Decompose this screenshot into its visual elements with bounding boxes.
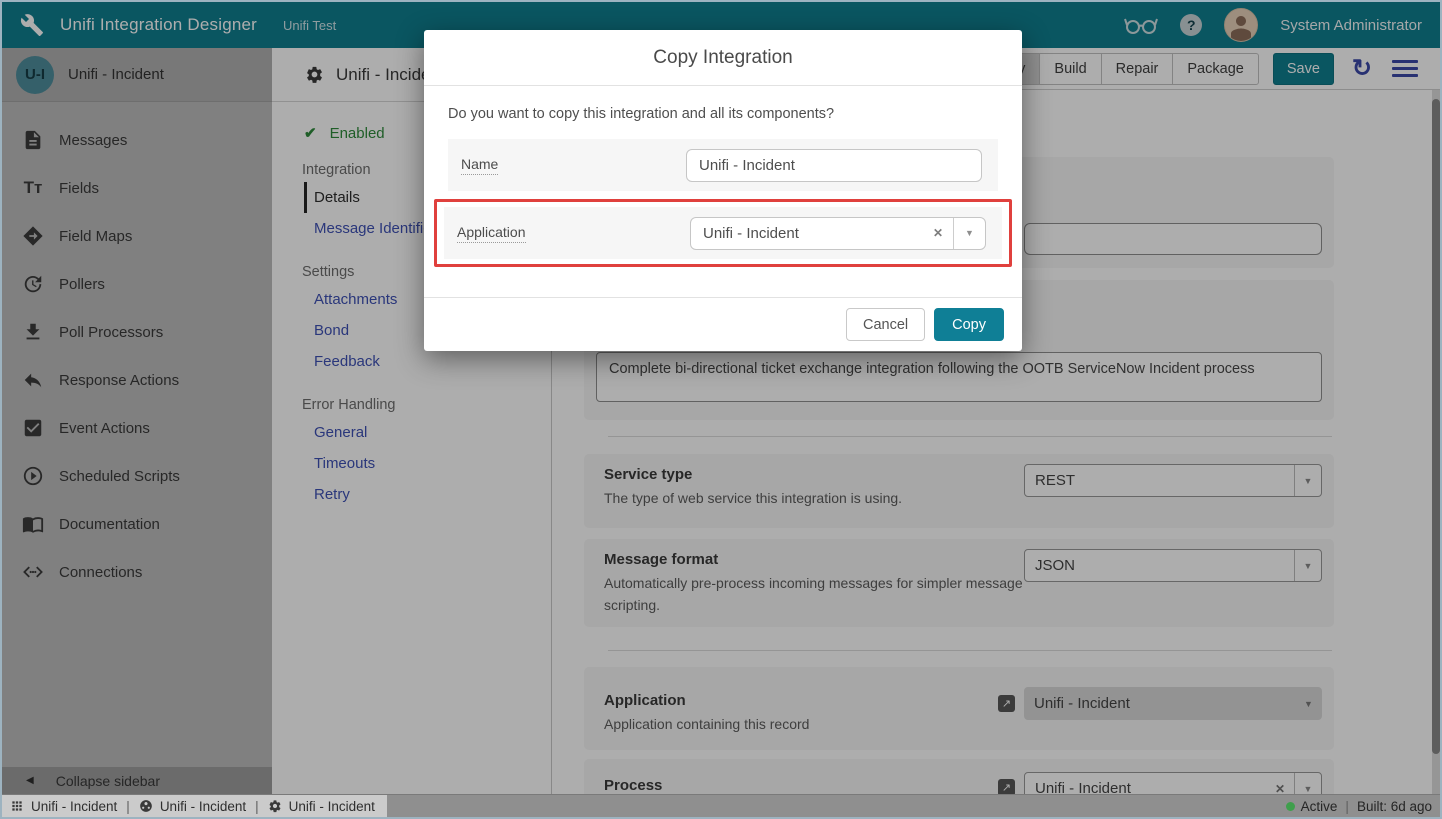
status-bar-tabs: Unifi - Incident | Unifi - Incident | Un… [2, 795, 387, 817]
modal-title: Copy Integration [424, 30, 1022, 86]
modal-name-input[interactable] [686, 149, 982, 182]
copy-integration-modal: Copy Integration Do you want to copy thi… [424, 30, 1022, 351]
clear-icon[interactable]: ✕ [923, 226, 953, 240]
modal-application-select[interactable]: Unifi - Incident ✕ ▼ [690, 217, 986, 250]
unifi-integration-designer-window: Unifi Integration Designer Unifi Test ? … [0, 0, 1442, 819]
active-label: Active [1301, 799, 1338, 814]
modal-footer: Cancel Copy [424, 297, 1022, 351]
modal-question: Do you want to copy this integration and… [448, 106, 998, 122]
modal-application-row: Application Unifi - Incident ✕ ▼ [444, 207, 1002, 259]
active-status-dot [1286, 802, 1295, 811]
built-label: Built: 6d ago [1357, 799, 1432, 814]
status-bar: Unifi - Incident | Unifi - Incident | Un… [2, 794, 1440, 817]
apps-grid-icon [10, 799, 24, 813]
cancel-button[interactable]: Cancel [846, 308, 925, 341]
status-tab-process[interactable]: Unifi - Incident [160, 799, 246, 814]
chevron-down-icon[interactable]: ▼ [953, 218, 985, 249]
status-tab-integration[interactable]: Unifi - Incident [31, 799, 117, 814]
modal-name-label: Name [461, 156, 498, 175]
highlight-annotation-box: Application Unifi - Incident ✕ ▼ [434, 199, 1012, 267]
modal-application-label: Application [457, 224, 526, 243]
process-circle-icon [139, 799, 153, 813]
build-status: Active | Built: 6d ago [1286, 799, 1440, 814]
gear-icon [268, 799, 282, 813]
status-tab-settings[interactable]: Unifi - Incident [289, 799, 375, 814]
modal-name-row: Name [448, 139, 998, 191]
modal-copy-button[interactable]: Copy [934, 308, 1004, 341]
